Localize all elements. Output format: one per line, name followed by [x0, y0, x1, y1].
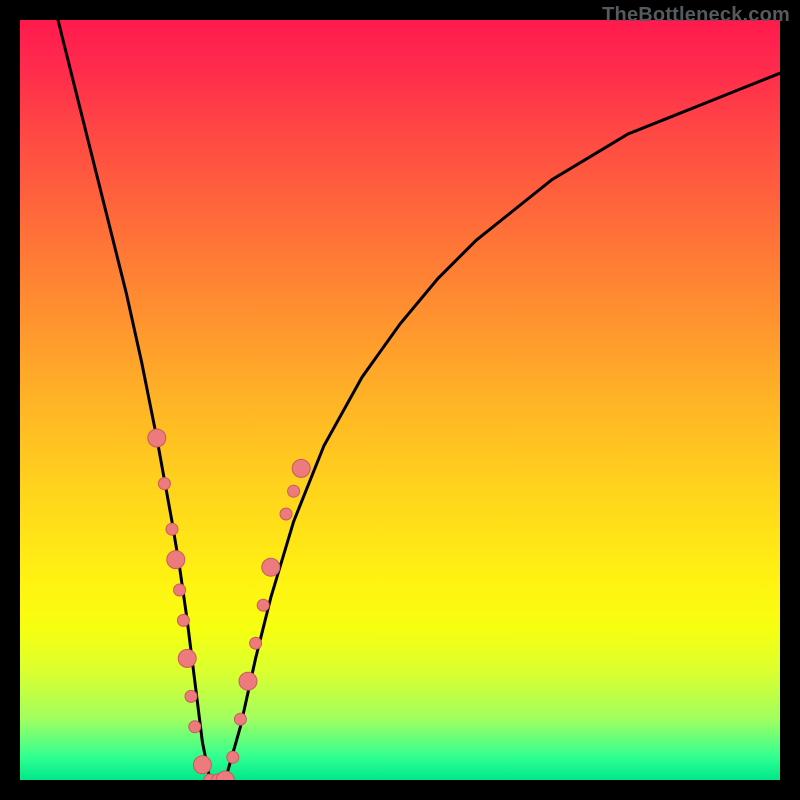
curve-marker — [148, 429, 166, 447]
curve-marker — [185, 690, 197, 702]
bottleneck-curve — [20, 20, 780, 780]
curve-marker — [189, 721, 201, 733]
curve-marker-group — [148, 429, 310, 780]
curve-marker — [239, 672, 257, 690]
curve-marker — [174, 584, 186, 596]
curve-marker — [262, 558, 280, 576]
curve-line — [58, 20, 780, 780]
curve-marker — [227, 751, 239, 763]
curve-marker — [158, 478, 170, 490]
curve-marker — [193, 756, 211, 774]
curve-marker — [234, 713, 246, 725]
curve-marker — [177, 614, 189, 626]
curve-marker — [178, 649, 196, 667]
curve-marker — [250, 637, 262, 649]
watermark-text: TheBottleneck.com — [602, 4, 790, 27]
curve-marker — [166, 523, 178, 535]
curve-marker — [216, 771, 234, 780]
curve-marker — [292, 459, 310, 477]
curve-marker — [288, 485, 300, 497]
curve-marker — [167, 551, 185, 569]
curve-marker — [280, 508, 292, 520]
curve-marker — [257, 599, 269, 611]
